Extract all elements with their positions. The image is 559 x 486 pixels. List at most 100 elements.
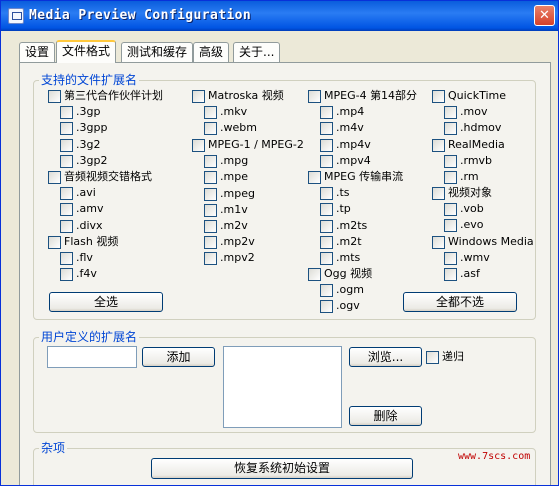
ext-checkbox-rmvb[interactable]: .rmvb: [444, 154, 492, 168]
title-bar[interactable]: Media Preview Configuration ✕: [1, 1, 558, 31]
checkbox-box[interactable]: [432, 138, 445, 152]
select-none-button[interactable]: 全都不选: [403, 292, 517, 312]
checkbox-box[interactable]: [204, 121, 217, 135]
checkbox-box[interactable]: [48, 170, 61, 184]
checkbox-box[interactable]: [60, 105, 73, 119]
ext-checkbox-mpe[interactable]: .mpe: [204, 170, 248, 184]
ext-checkbox-m1v[interactable]: .m1v: [204, 203, 248, 217]
ext-checkbox-wmv[interactable]: .wmv: [444, 251, 490, 265]
tab-about[interactable]: 关于...: [233, 42, 281, 62]
checkbox-box[interactable]: [308, 89, 321, 103]
checkbox-box[interactable]: [320, 202, 333, 216]
checkbox-box[interactable]: [204, 219, 217, 233]
checkbox-box[interactable]: [308, 170, 321, 184]
ext-checkbox-3gpp[interactable]: .3gpp: [60, 121, 107, 135]
checkbox-box[interactable]: [320, 283, 333, 297]
checkbox-box[interactable]: [320, 235, 333, 249]
checkbox-box[interactable]: [204, 105, 217, 119]
format-group-checkbox[interactable]: 视频对象: [432, 186, 492, 200]
ext-checkbox-evo[interactable]: .evo: [444, 218, 484, 232]
ext-checkbox-mts[interactable]: .mts: [320, 251, 360, 265]
checkbox-box[interactable]: [320, 105, 333, 119]
checkbox-box[interactable]: [444, 251, 457, 265]
checkbox-box[interactable]: [444, 202, 457, 216]
ext-checkbox-mpeg[interactable]: .mpeg: [204, 187, 255, 201]
format-group-checkbox[interactable]: Flash 视频: [48, 235, 118, 249]
ext-checkbox-webm[interactable]: .webm: [204, 121, 257, 135]
ext-checkbox-ogv[interactable]: .ogv: [320, 299, 360, 313]
format-group-checkbox[interactable]: RealMedia: [432, 138, 505, 152]
ext-checkbox-f4v[interactable]: .f4v: [60, 267, 97, 281]
checkbox-box[interactable]: [48, 89, 61, 103]
checkbox-box[interactable]: [432, 89, 445, 103]
checkbox-box[interactable]: [204, 170, 217, 184]
ext-checkbox-3g2[interactable]: .3g2: [60, 138, 100, 152]
ext-checkbox-3gp2[interactable]: .3gp2: [60, 154, 107, 168]
ext-checkbox-m2ts[interactable]: .m2ts: [320, 219, 367, 233]
ext-checkbox-mpg[interactable]: .mpg: [204, 154, 248, 168]
checkbox-box[interactable]: [192, 89, 205, 103]
checkbox-box[interactable]: [204, 154, 217, 168]
close-button[interactable]: ✕: [534, 5, 555, 26]
ext-checkbox-avi[interactable]: .avi: [60, 186, 96, 200]
format-group-checkbox[interactable]: MPEG-1 / MPEG-2: [192, 138, 304, 152]
ext-checkbox-tp[interactable]: .tp: [320, 202, 351, 216]
checkbox-box[interactable]: [426, 350, 439, 364]
checkbox-box[interactable]: [432, 186, 445, 200]
checkbox-box[interactable]: [444, 218, 457, 232]
checkbox-box[interactable]: [320, 186, 333, 200]
checkbox-box[interactable]: [60, 267, 73, 281]
checkbox-box[interactable]: [60, 219, 73, 233]
browse-button[interactable]: 浏览...: [349, 347, 422, 367]
checkbox-box[interactable]: [308, 267, 321, 281]
ext-checkbox-3gp[interactable]: .3gp: [60, 105, 100, 119]
checkbox-box[interactable]: [60, 186, 73, 200]
format-group-checkbox[interactable]: MPEG-4 第14部分: [308, 89, 417, 103]
checkbox-box[interactable]: [320, 299, 333, 313]
ext-checkbox-divx[interactable]: .divx: [60, 219, 103, 233]
checkbox-box[interactable]: [60, 121, 73, 135]
checkbox-box[interactable]: [444, 154, 457, 168]
ext-checkbox-vob[interactable]: .vob: [444, 202, 484, 216]
checkbox-box[interactable]: [204, 251, 217, 265]
checkbox-box[interactable]: [444, 121, 457, 135]
add-button[interactable]: 添加: [142, 347, 215, 367]
checkbox-box[interactable]: [60, 154, 73, 168]
ext-checkbox-amv[interactable]: .amv: [60, 202, 103, 216]
checkbox-box[interactable]: [320, 121, 333, 135]
checkbox-box[interactable]: [48, 235, 61, 249]
restore-defaults-button[interactable]: 恢复系统初始设置: [151, 458, 413, 479]
ext-checkbox-flv[interactable]: .flv: [60, 251, 93, 265]
ext-checkbox-rm[interactable]: .rm: [444, 170, 479, 184]
checkbox-box[interactable]: [204, 235, 217, 249]
checkbox-box[interactable]: [60, 251, 73, 265]
tab-file-formats[interactable]: 文件格式: [56, 40, 117, 63]
ext-checkbox-mp4[interactable]: .mp4: [320, 105, 364, 119]
checkbox-box[interactable]: [444, 267, 457, 281]
checkbox-box[interactable]: [204, 203, 217, 217]
checkbox-box[interactable]: [60, 202, 73, 216]
format-group-checkbox[interactable]: Windows Media: [432, 235, 534, 249]
tab-settings[interactable]: 设置: [19, 42, 56, 62]
tab-advanced[interactable]: 高级: [193, 42, 230, 62]
recursive-checkbox[interactable]: 递归: [426, 350, 464, 364]
checkbox-box[interactable]: [320, 138, 333, 152]
custom-extensions-list[interactable]: [223, 346, 342, 428]
ext-checkbox-mpv4[interactable]: .mpv4: [320, 154, 371, 168]
ext-checkbox-mov[interactable]: .mov: [444, 105, 487, 119]
tab-test-cache[interactable]: 测试和缓存: [121, 42, 194, 62]
checkbox-box[interactable]: [444, 105, 457, 119]
select-all-button[interactable]: 全选: [49, 292, 163, 312]
format-group-checkbox[interactable]: QuickTime: [432, 89, 506, 103]
ext-checkbox-hdmov[interactable]: .hdmov: [444, 121, 501, 135]
ext-checkbox-mp4v[interactable]: .mp4v: [320, 138, 371, 152]
ext-checkbox-m4v[interactable]: .m4v: [320, 121, 364, 135]
checkbox-box[interactable]: [444, 170, 457, 184]
format-group-checkbox[interactable]: Ogg 视频: [308, 267, 372, 281]
ext-checkbox-ts[interactable]: .ts: [320, 186, 350, 200]
format-group-checkbox[interactable]: Matroska 视频: [192, 89, 284, 103]
ext-checkbox-m2t[interactable]: .m2t: [320, 235, 362, 249]
checkbox-box[interactable]: [320, 154, 333, 168]
format-group-checkbox[interactable]: 第三代合作伙伴计划: [48, 89, 163, 103]
checkbox-box[interactable]: [192, 138, 205, 152]
